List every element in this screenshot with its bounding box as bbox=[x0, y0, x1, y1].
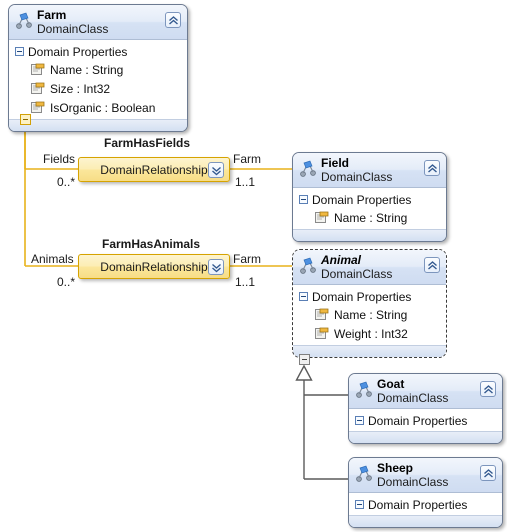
minus-expander-icon[interactable] bbox=[299, 195, 308, 204]
class-body-field: Domain Properties Name : String bbox=[293, 188, 446, 229]
minus-expander-icon[interactable] bbox=[355, 500, 364, 509]
chevron-double-up-icon[interactable] bbox=[480, 381, 496, 397]
property-text: Name : String bbox=[50, 62, 124, 77]
class-body-goat: Domain Properties bbox=[349, 409, 502, 431]
domain-model-diagram-canvas: Farm DomainClass Domain Properties Name … bbox=[0, 0, 507, 532]
class-footer bbox=[293, 345, 446, 357]
property-row[interactable]: Weight : Int32 bbox=[293, 324, 446, 343]
class-footer bbox=[9, 119, 187, 131]
source-multiplicity-animals: 0..* bbox=[57, 275, 76, 289]
compartment-label: Domain Properties bbox=[368, 413, 468, 428]
chevron-double-down-icon[interactable] bbox=[208, 162, 224, 178]
property-text: Name : String bbox=[334, 210, 408, 225]
property-row[interactable]: Name : String bbox=[9, 60, 187, 79]
class-box-farm[interactable]: Farm DomainClass Domain Properties Name … bbox=[8, 4, 188, 132]
class-header-sheep: Sheep DomainClass bbox=[349, 458, 502, 493]
minus-expander-icon[interactable] bbox=[355, 416, 364, 425]
domain-class-icon bbox=[355, 465, 374, 484]
compartment-label: Domain Properties bbox=[312, 289, 412, 304]
property-icon bbox=[31, 63, 45, 76]
compartment-label: Domain Properties bbox=[368, 497, 468, 512]
compartment-header[interactable]: Domain Properties bbox=[293, 191, 446, 208]
target-role-farm-animals: Farm bbox=[233, 252, 261, 266]
property-icon bbox=[31, 101, 45, 114]
property-row[interactable]: Name : String bbox=[293, 208, 446, 227]
minus-expander-icon[interactable] bbox=[299, 292, 308, 301]
relationship-name-farmhasanimals: FarmHasAnimals bbox=[102, 237, 201, 251]
compartment-header[interactable]: Domain Properties bbox=[349, 496, 502, 513]
class-box-animal[interactable]: Animal DomainClass Domain Properties Nam… bbox=[292, 249, 447, 358]
class-box-goat[interactable]: Goat DomainClass Domain Properties bbox=[348, 373, 503, 444]
source-role-animals: Animals bbox=[31, 252, 74, 266]
class-body-animal: Domain Properties Name : String Weight:… bbox=[293, 285, 446, 345]
class-header-animal: Animal DomainClass bbox=[293, 250, 446, 285]
relationship-box-label: DomainRelationship bbox=[100, 162, 208, 177]
relationship-box-farmhasanimals[interactable]: DomainRelationship bbox=[78, 254, 230, 279]
property-icon bbox=[315, 327, 329, 340]
class-box-field[interactable]: Field DomainClass Domain Properties Name… bbox=[292, 152, 447, 242]
domain-class-icon bbox=[15, 12, 34, 31]
target-multiplicity-farm-fields: 1..1 bbox=[235, 175, 256, 189]
domain-class-icon bbox=[355, 381, 374, 400]
target-role-farm-fields: Farm bbox=[233, 152, 261, 166]
chevron-double-up-icon[interactable] bbox=[424, 160, 440, 176]
source-role-fields: Fields bbox=[43, 152, 76, 166]
class-body-sheep: Domain Properties bbox=[349, 493, 502, 515]
class-body-farm: Domain Properties Name : String Size: I… bbox=[9, 40, 187, 119]
property-icon bbox=[315, 211, 329, 224]
property-text: Size : Int32 bbox=[50, 81, 111, 96]
relationship-box-farmhasfields[interactable]: DomainRelationship bbox=[78, 157, 230, 182]
class-footer bbox=[349, 515, 502, 527]
property-row[interactable]: Size : Int32 bbox=[9, 79, 187, 98]
class-header-goat: Goat DomainClass bbox=[349, 374, 502, 409]
compartment-label: Domain Properties bbox=[312, 192, 412, 207]
chevron-double-up-icon[interactable] bbox=[165, 12, 181, 28]
compartment-header[interactable]: Domain Properties bbox=[293, 288, 446, 305]
compartment-header[interactable]: Domain Properties bbox=[349, 412, 502, 429]
class-footer bbox=[349, 431, 502, 443]
target-multiplicity-farm-animals: 1..1 bbox=[235, 275, 256, 289]
relationship-box-label: DomainRelationship bbox=[100, 259, 208, 274]
property-row[interactable]: IsOrganic : Boolean bbox=[9, 98, 187, 117]
property-icon bbox=[31, 82, 45, 95]
property-text: Name : String bbox=[334, 307, 408, 322]
property-icon bbox=[315, 308, 329, 321]
class-header-farm: Farm DomainClass bbox=[9, 5, 187, 40]
chevron-double-up-icon[interactable] bbox=[480, 465, 496, 481]
class-header-field: Field DomainClass bbox=[293, 153, 446, 188]
relationship-name-farmhasfields: FarmHasFields bbox=[104, 136, 191, 150]
minus-expander-icon[interactable] bbox=[15, 47, 24, 56]
property-text: Weight : Int32 bbox=[334, 326, 408, 341]
class-footer bbox=[293, 229, 446, 241]
compartment-label: Domain Properties bbox=[28, 44, 128, 59]
property-row[interactable]: Name : String bbox=[293, 305, 446, 324]
relationship-nub-farm[interactable] bbox=[20, 114, 31, 125]
chevron-double-down-icon[interactable] bbox=[208, 259, 224, 275]
inheritance-nub-animal[interactable] bbox=[299, 354, 310, 365]
class-stereotype: DomainClass bbox=[37, 22, 109, 36]
class-title: Farm bbox=[37, 8, 67, 22]
domain-class-icon bbox=[299, 160, 318, 179]
source-multiplicity-fields: 0..* bbox=[57, 175, 76, 189]
compartment-header[interactable]: Domain Properties bbox=[9, 43, 187, 60]
chevron-double-up-icon[interactable] bbox=[424, 257, 440, 273]
domain-class-icon bbox=[299, 257, 318, 276]
class-box-sheep[interactable]: Sheep DomainClass Domain Properties bbox=[348, 457, 503, 528]
property-text: IsOrganic : Boolean bbox=[50, 100, 156, 115]
